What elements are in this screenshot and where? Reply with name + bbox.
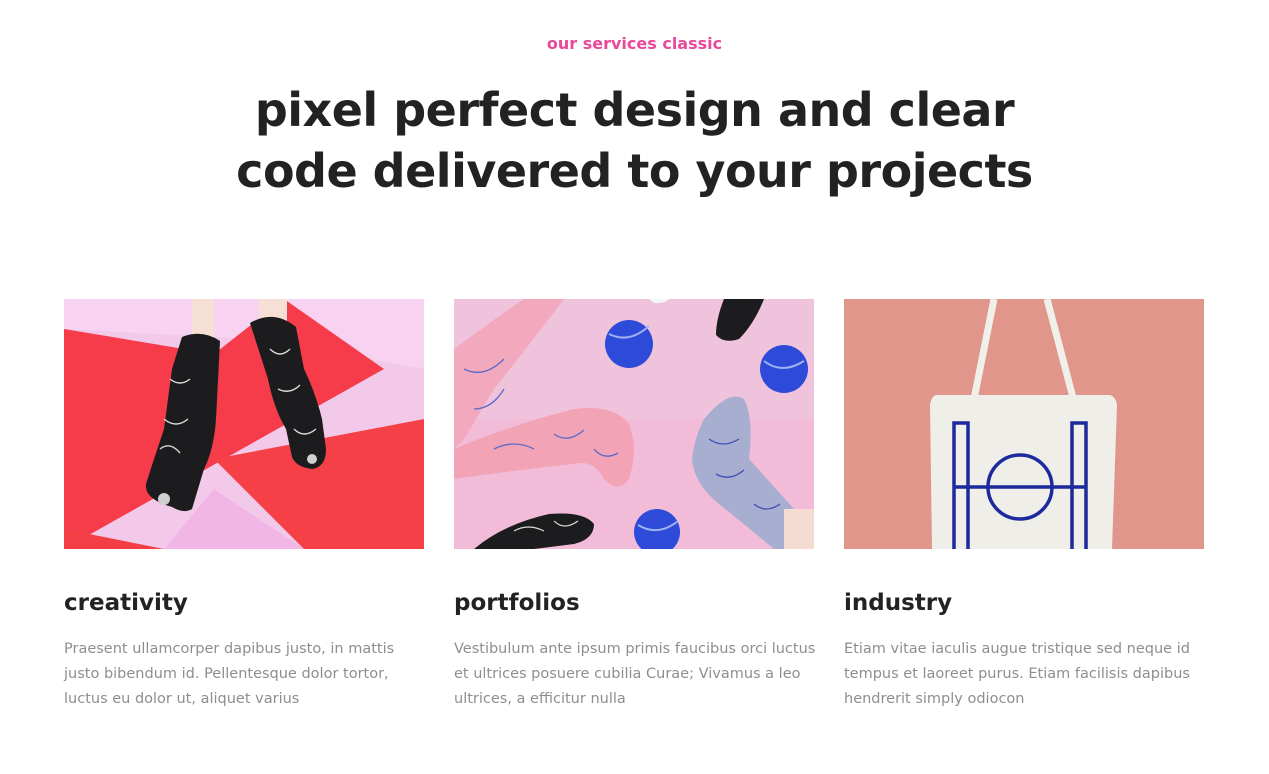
service-card-title[interactable]: industry xyxy=(844,588,952,618)
tote-bag-photo xyxy=(844,299,1204,549)
section-heading-line-1: pixel perfect design and clear xyxy=(254,83,1015,137)
service-card-industry: industry Etiam vitae iaculis augue trist… xyxy=(844,299,1204,707)
socks-on-red-photo xyxy=(64,299,424,549)
service-card-image-link[interactable] xyxy=(844,299,1204,549)
service-card-creativity: creativity Praesent ullamcorper dapibus … xyxy=(64,299,424,707)
section-heading: pixel perfect design and clear code deli… xyxy=(0,80,1269,202)
socks-and-tennis-balls-photo xyxy=(454,299,814,549)
service-card-portfolios: portfolios Vestibulum ante ipsum primis … xyxy=(454,299,815,707)
service-card-title[interactable]: portfolios xyxy=(454,588,580,618)
service-card-text: Praesent ullamcorper dapibus justo, in m… xyxy=(64,641,395,707)
service-card-text: Etiam vitae iaculis augue tristique sed … xyxy=(844,641,1190,707)
services-section: our services classic pixel perfect desig… xyxy=(0,0,1269,774)
section-heading-line-2: code delivered to your projects xyxy=(236,144,1033,198)
service-card-title[interactable]: creativity xyxy=(64,588,188,618)
service-card-image-link[interactable] xyxy=(64,299,424,549)
service-card-image-link[interactable] xyxy=(454,299,814,549)
section-eyebrow: our services classic xyxy=(546,34,723,53)
service-card-text: Vestibulum ante ipsum primis faucibus or… xyxy=(454,641,816,707)
